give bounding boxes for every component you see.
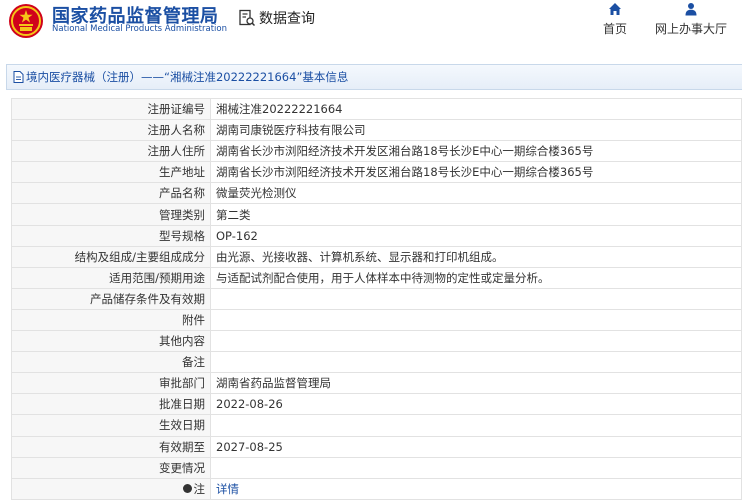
table-row: 产品储存条件及有效期 [11, 287, 742, 310]
table-row: 备注 [11, 351, 742, 374]
note-label-text: 注 [193, 481, 206, 496]
field-value [210, 308, 742, 332]
field-label: 产品储存条件及有效期 [11, 287, 211, 310]
data-query-label: 数据查询 [259, 11, 315, 27]
table-row: 生产地址 湖南省长沙市浏阳经济技术开发区湘台路18号长沙E中心一期综合楼365号 [11, 161, 742, 184]
table-row: 注册人名称 湖南司康锐医疗科技有限公司 [11, 119, 742, 142]
field-label: 批准日期 [11, 393, 211, 416]
data-query-link[interactable]: 数据查询 [238, 8, 315, 28]
document-icon [13, 71, 24, 83]
field-value: 2027-08-25 [210, 435, 742, 458]
table-row: 结构及组成/主要组成成分 由光源、光接收器、计算机系统、显示器和打印机组成。 [11, 245, 742, 268]
field-value: 第二类 [210, 203, 742, 226]
note-label-cell: 注 [11, 477, 211, 500]
table-row: 变更情况 [11, 456, 742, 479]
table-row: 管理类别 第二类 [11, 203, 742, 226]
home-icon [609, 3, 621, 15]
field-label: 生产地址 [11, 161, 211, 184]
table-row: 审批部门 湖南省药品监督管理局 [11, 372, 742, 395]
field-value [210, 330, 742, 353]
field-label: 变更情况 [11, 456, 211, 479]
field-value: 湖南省长沙市浏阳经济技术开发区湘台路18号长沙E中心一期综合楼365号 [210, 161, 742, 184]
user-icon [685, 3, 697, 16]
table-row: 适用范围/预期用途 与适配试剂配合使用，用于人体样本中待测物的定性或定量分析。 [11, 266, 742, 289]
field-value: 由光源、光接收器、计算机系统、显示器和打印机组成。 [210, 245, 742, 268]
field-label: 审批部门 [11, 372, 211, 395]
record-title: 境内医疗器械（注册）——“湘械注准20222221664”基本信息 [26, 70, 349, 84]
national-emblem-icon [9, 4, 43, 38]
table-row: 产品名称 微量荧光检测仪 [11, 182, 742, 205]
field-label: 型号规格 [11, 224, 211, 247]
nav-home[interactable]: 首页 [600, 2, 630, 37]
field-value: 湖南司康锐医疗科技有限公司 [210, 119, 742, 142]
dot-icon [182, 484, 192, 494]
table-row: 有效期至 2027-08-25 [11, 435, 742, 458]
table-row: 批准日期 2022-08-26 [11, 393, 742, 416]
field-label: 管理类别 [11, 203, 211, 226]
registration-info-table: 注册证编号 湘械注准20222221664 注册人名称 湖南司康锐医疗科技有限公… [11, 97, 742, 500]
document-search-icon [239, 9, 256, 27]
note-label: 注 [182, 481, 206, 497]
field-value [210, 414, 742, 437]
field-value: 湖南省药品监督管理局 [210, 372, 742, 395]
field-label: 注册证编号 [11, 97, 211, 121]
note-row: 注 详情 [11, 477, 742, 500]
field-label: 适用范围/预期用途 [11, 266, 211, 289]
field-value: OP-162 [210, 224, 742, 247]
field-label: 结构及组成/主要组成成分 [11, 245, 211, 268]
detail-link[interactable]: 详情 [216, 482, 239, 496]
field-label: 其他内容 [11, 330, 211, 353]
field-label: 注册人住所 [11, 140, 211, 163]
table-row: 生效日期 [11, 414, 742, 437]
field-label: 备注 [11, 351, 211, 374]
field-value [210, 456, 742, 479]
field-value: 2022-08-26 [210, 393, 742, 416]
site-header: 国家药品监督管理局 National Medical Products Admi… [0, 0, 742, 50]
agency-name-en: National Medical Products Administration [52, 24, 227, 34]
nav-online-hall-label: 网上办事大厅 [654, 22, 727, 36]
nav-online-hall[interactable]: 网上办事大厅 [652, 2, 730, 37]
table-row: 型号规格 OP-162 [11, 224, 742, 247]
field-value: 与适配试剂配合使用，用于人体样本中待测物的定性或定量分析。 [210, 266, 742, 289]
field-value [210, 287, 742, 310]
table-row: 注册人住所 湖南省长沙市浏阳经济技术开发区湘台路18号长沙E中心一期综合楼365… [11, 140, 742, 163]
note-value-cell: 详情 [210, 477, 742, 500]
table-row: 注册证编号 湘械注准20222221664 [11, 97, 742, 121]
field-value [210, 351, 742, 374]
record-title-bar: 境内医疗器械（注册）——“湘械注准20222221664”基本信息 [6, 64, 742, 90]
table-row: 其他内容 [11, 330, 742, 353]
field-label: 注册人名称 [11, 119, 211, 142]
table-row: 附件 [11, 308, 742, 332]
field-value: 湘械注准20222221664 [210, 97, 742, 121]
field-label: 附件 [11, 308, 211, 332]
field-value: 湖南省长沙市浏阳经济技术开发区湘台路18号长沙E中心一期综合楼365号 [210, 140, 742, 163]
nav-home-label: 首页 [602, 22, 627, 36]
field-value: 微量荧光检测仪 [210, 182, 742, 205]
field-label: 有效期至 [11, 435, 211, 458]
field-label: 生效日期 [11, 414, 211, 437]
field-label: 产品名称 [11, 182, 211, 205]
